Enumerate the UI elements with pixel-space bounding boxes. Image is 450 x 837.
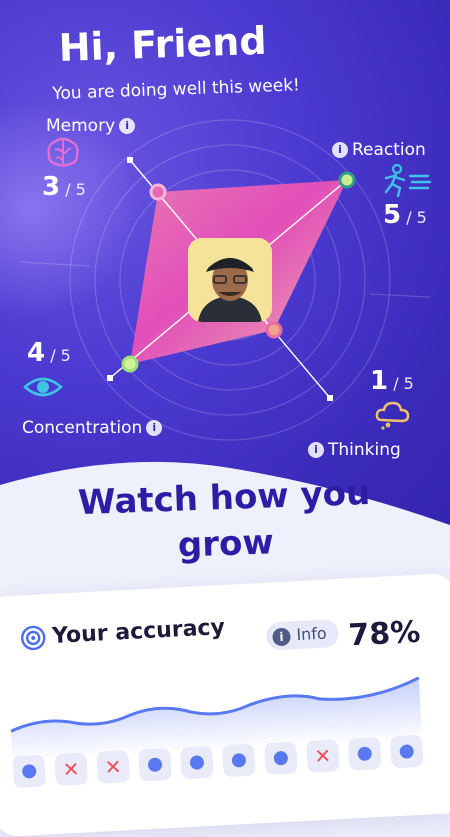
thinking-score-value: 1 <box>370 366 389 396</box>
headline: Watch how you grow <box>0 467 450 575</box>
accuracy-percent: 78% <box>347 614 422 654</box>
reaction-info-icon[interactable]: i <box>332 142 348 158</box>
correct-dot-icon <box>273 750 289 766</box>
reaction-score-max: / 5 <box>406 208 427 227</box>
concentration-info-icon[interactable]: i <box>146 420 163 436</box>
reaction-label: Reaction <box>352 140 426 160</box>
running-person-icon <box>384 164 432 198</box>
result-cell-correct <box>138 747 172 782</box>
reaction-point <box>338 171 356 189</box>
correct-dot-icon <box>147 757 163 773</box>
wrong-x-icon: ✕ <box>62 756 81 782</box>
result-cell-correct <box>389 734 424 769</box>
result-cell-correct <box>347 736 382 771</box>
memory-score-max: / 5 <box>65 180 86 199</box>
result-cell-wrong: ✕ <box>54 752 88 786</box>
result-cell-correct <box>12 754 47 789</box>
info-button[interactable]: i Info <box>265 618 340 651</box>
concentration-score: 4 / 5 <box>27 338 71 368</box>
thinking-point <box>265 321 283 339</box>
thought-cloud-icon <box>375 401 410 430</box>
correct-dot-icon <box>21 763 37 779</box>
target-icon <box>21 625 46 651</box>
result-cell-correct <box>222 743 256 778</box>
concentration-label: Concentration <box>22 418 143 438</box>
wrong-x-icon: ✕ <box>313 743 332 769</box>
thinking-score: 1 / 5 <box>370 366 414 396</box>
result-cell-wrong: ✕ <box>305 739 340 773</box>
reaction-score: 5 / 5 <box>383 200 427 230</box>
eye-icon <box>23 377 63 397</box>
result-cell-correct <box>180 745 214 780</box>
memory-info-icon[interactable]: i <box>119 118 136 134</box>
memory-score: 3 / 5 <box>42 172 86 202</box>
correct-dot-icon <box>231 752 247 768</box>
thinking-score-max: / 5 <box>393 374 414 393</box>
correct-dot-icon <box>399 744 415 759</box>
wrong-x-icon: ✕ <box>104 754 123 780</box>
reaction-score-value: 5 <box>383 200 402 230</box>
info-icon: i <box>272 626 291 646</box>
concentration-label-group: Concentration i <box>22 418 166 438</box>
correct-dot-icon <box>357 746 373 762</box>
brain-icon <box>47 137 79 167</box>
memory-score-value: 3 <box>42 172 61 202</box>
accuracy-card[interactable]: Your accuracy i Info 78% ✕ ✕ ✕ <box>0 572 450 837</box>
memory-label: Memory <box>46 116 116 136</box>
memory-point <box>149 183 167 201</box>
reaction-label-group: i Reaction <box>328 140 426 160</box>
correct-dot-icon <box>189 755 205 770</box>
avatar-photo <box>188 238 272 322</box>
info-button-label: Info <box>295 623 328 645</box>
accuracy-title: Your accuracy <box>51 614 226 649</box>
result-cell-correct <box>264 741 298 775</box>
result-cell-wrong: ✕ <box>96 750 130 784</box>
memory-label-group: Memory i <box>46 116 139 136</box>
concentration-score-value: 4 <box>27 338 46 368</box>
avatar <box>188 238 272 322</box>
concentration-score-max: / 5 <box>50 346 71 365</box>
concentration-point <box>121 355 139 373</box>
